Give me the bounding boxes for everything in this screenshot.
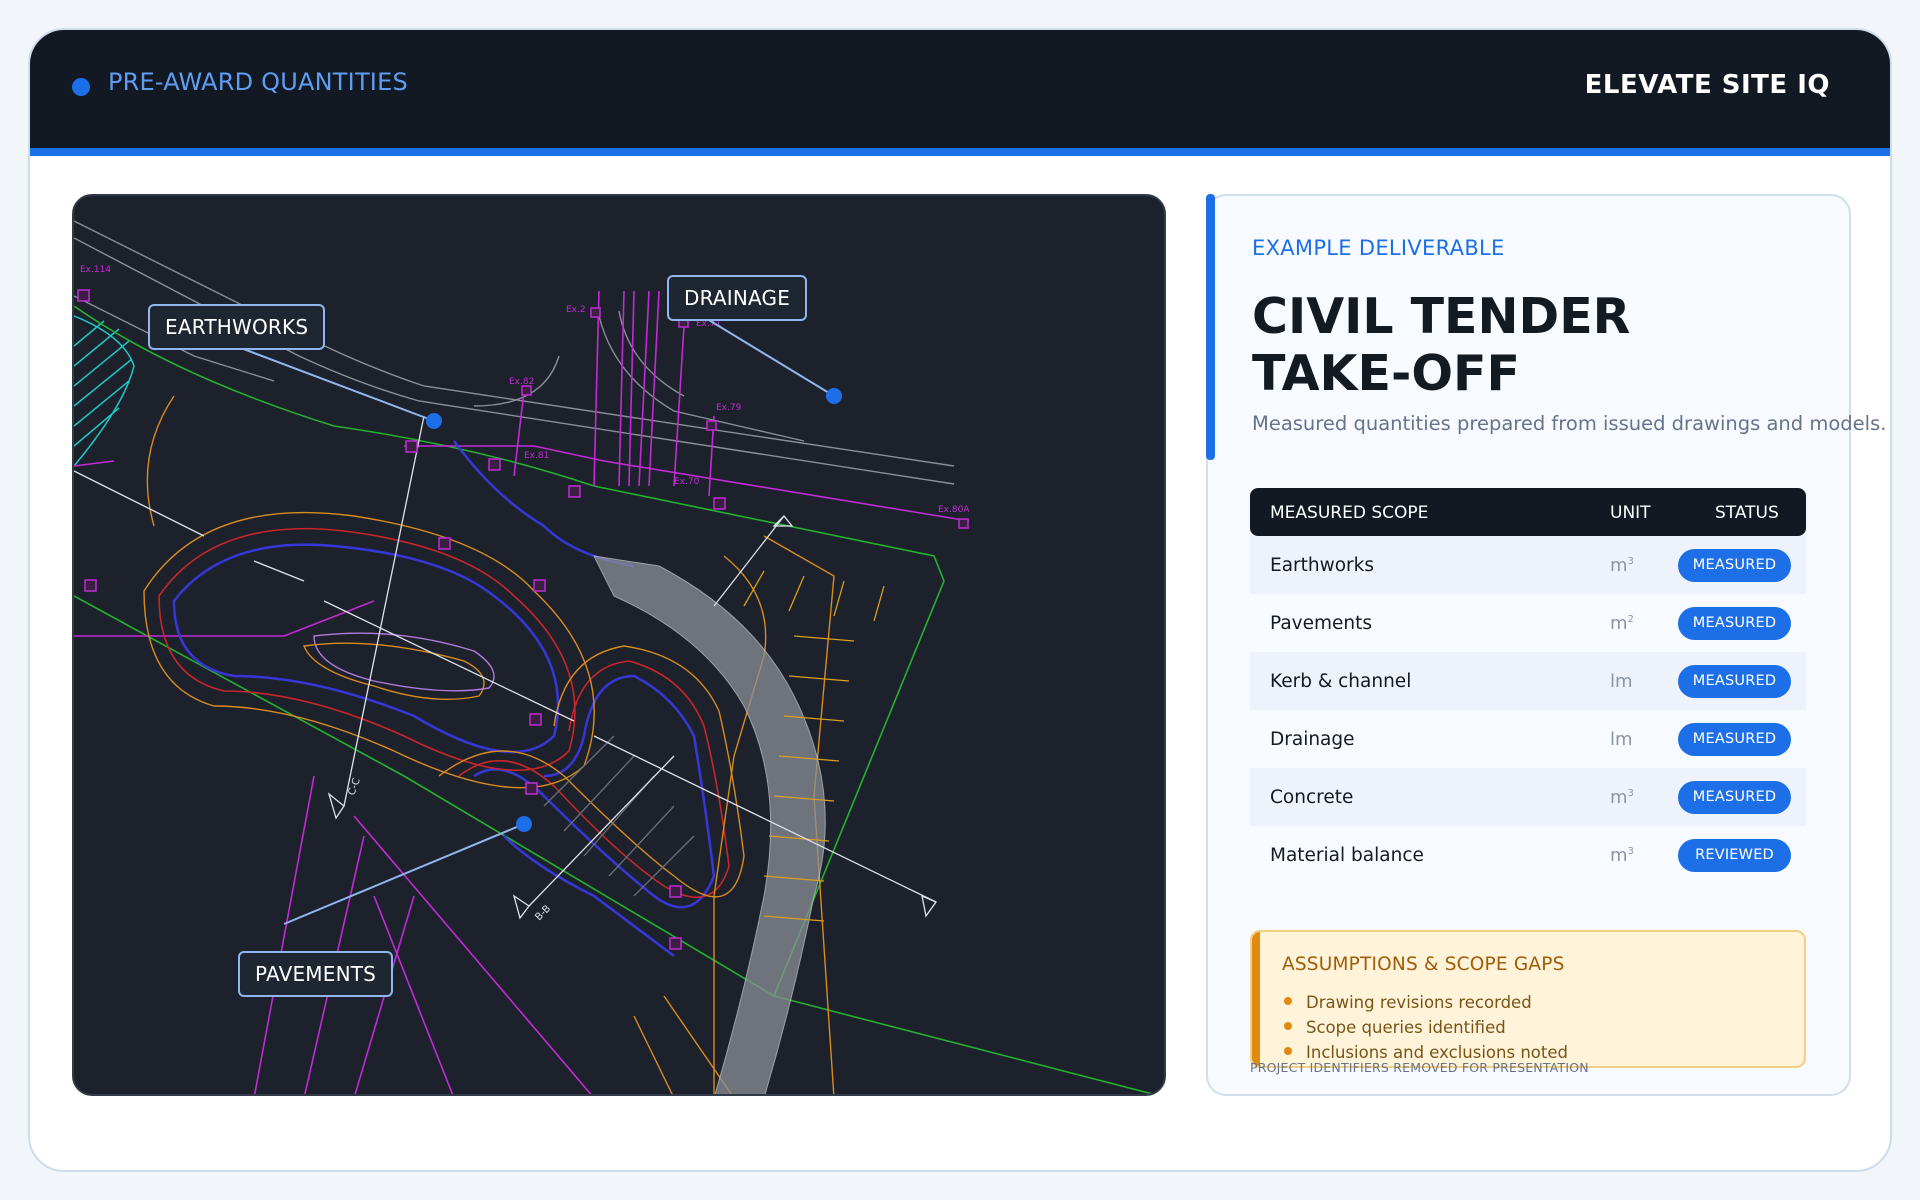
pit-label: Ex.114 xyxy=(80,265,111,275)
kerb-lines xyxy=(172,440,716,957)
deliverable-panel: EXAMPLE DELIVERABLE CIVIL TENDER TAKE-OF… xyxy=(1206,194,1886,1096)
header-scope: MEASURED SCOPE xyxy=(1270,503,1429,523)
footnote: PROJECT IDENTIFIERS REMOVED FOR PRESENTA… xyxy=(1250,1060,1589,1075)
unit-cell: m3 xyxy=(1610,555,1634,576)
unit-cell: m2 xyxy=(1610,613,1634,634)
panel-accent-bar xyxy=(1206,194,1215,460)
status-badge: REVIEWED xyxy=(1678,839,1791,872)
status-badge: MEASURED xyxy=(1678,781,1791,814)
callout-earthworks: EARTHWORKS xyxy=(148,304,326,350)
pit-label: Ex.2 xyxy=(566,305,586,315)
scope-cell: Material balance xyxy=(1270,845,1424,866)
presentation-card: PRE-AWARD QUANTITIES ELEVATE SITE IQ Ex.… xyxy=(28,28,1892,1172)
page-title: CIVIL TENDER TAKE-OFF xyxy=(1252,288,1630,402)
status-dot-icon xyxy=(72,78,90,96)
subtitle: Measured quantities prepared from issued… xyxy=(1252,412,1887,435)
scope-table: MEASURED SCOPE UNIT STATUS Earthworks m3… xyxy=(1250,488,1806,884)
unit-cell: lm xyxy=(1610,671,1633,692)
assumptions-box: ASSUMPTIONS & SCOPE GAPS Drawing revisio… xyxy=(1250,930,1806,1068)
scope-cell: Kerb & channel xyxy=(1270,671,1412,692)
list-item: Drawing revisions recorded xyxy=(1282,990,1568,1015)
top-bar: PRE-AWARD QUANTITIES ELEVATE SITE IQ xyxy=(30,30,1890,148)
gravel-channel xyxy=(593,555,826,1094)
pit-label: Ex.70 xyxy=(674,477,700,487)
drainage-pipes xyxy=(74,290,970,1094)
callout-pavements: PAVEMENTS xyxy=(238,951,394,997)
status-badge: MEASURED xyxy=(1678,549,1791,582)
status-badge: MEASURED xyxy=(1678,607,1791,640)
brand-name: ELEVATE SITE IQ xyxy=(1584,70,1830,100)
road-edges xyxy=(74,220,955,485)
pit-label: Ex.82 xyxy=(509,377,534,387)
pit-label: Ex.79 xyxy=(716,403,742,413)
scope-cell: Drainage xyxy=(1270,729,1355,750)
scope-cell: Pavements xyxy=(1270,613,1373,634)
pit-label: Ex.80A xyxy=(938,505,970,515)
title-line-1: CIVIL TENDER xyxy=(1252,288,1631,345)
assumptions-accent-bar xyxy=(1252,932,1260,1066)
table-row: Concrete m3 MEASURED xyxy=(1250,768,1806,826)
drainage-marker-dot xyxy=(826,388,842,404)
header-accent-line xyxy=(30,148,1890,156)
pavements-marker-dot xyxy=(516,816,532,832)
section-label: PRE-AWARD QUANTITIES xyxy=(108,68,408,96)
assumptions-list: Drawing revisions recorded Scope queries… xyxy=(1282,990,1568,1065)
title-line-2: TAKE-OFF xyxy=(1252,345,1520,402)
scope-cell: Earthworks xyxy=(1270,555,1375,576)
list-item: Scope queries identified xyxy=(1282,1015,1568,1040)
table-row: Material balance m3 REVIEWED xyxy=(1250,826,1806,884)
table-row: Earthworks m3 MEASURED xyxy=(1250,536,1806,594)
callout-drainage: DRAINAGE xyxy=(667,275,808,321)
header-status: STATUS xyxy=(1715,503,1779,523)
header-unit: UNIT xyxy=(1610,503,1651,523)
table-row: Drainage lm MEASURED xyxy=(1250,710,1806,768)
pit-label: Ex.81 xyxy=(524,451,549,461)
cad-drawing-panel: Ex.114 Ex.2 Ex.71 Ex.82 Ex.81 Ex.70 Ex.7… xyxy=(72,194,1166,1096)
status-badge: MEASURED xyxy=(1678,665,1791,698)
scope-cell: Concrete xyxy=(1270,787,1354,808)
earthworks-marker-dot xyxy=(426,413,442,429)
table-row: Pavements m2 MEASURED xyxy=(1250,594,1806,652)
status-badge: MEASURED xyxy=(1678,723,1791,756)
table-header: MEASURED SCOPE UNIT STATUS xyxy=(1250,488,1806,536)
eyebrow-label: EXAMPLE DELIVERABLE xyxy=(1252,236,1505,260)
unit-cell: m3 xyxy=(1610,787,1634,808)
unit-cell: lm xyxy=(1610,729,1633,750)
section-marker-b: B-B xyxy=(533,903,553,923)
unit-cell: m3 xyxy=(1610,845,1634,866)
assumptions-title: ASSUMPTIONS & SCOPE GAPS xyxy=(1282,954,1565,975)
table-row: Kerb & channel lm MEASURED xyxy=(1250,652,1806,710)
